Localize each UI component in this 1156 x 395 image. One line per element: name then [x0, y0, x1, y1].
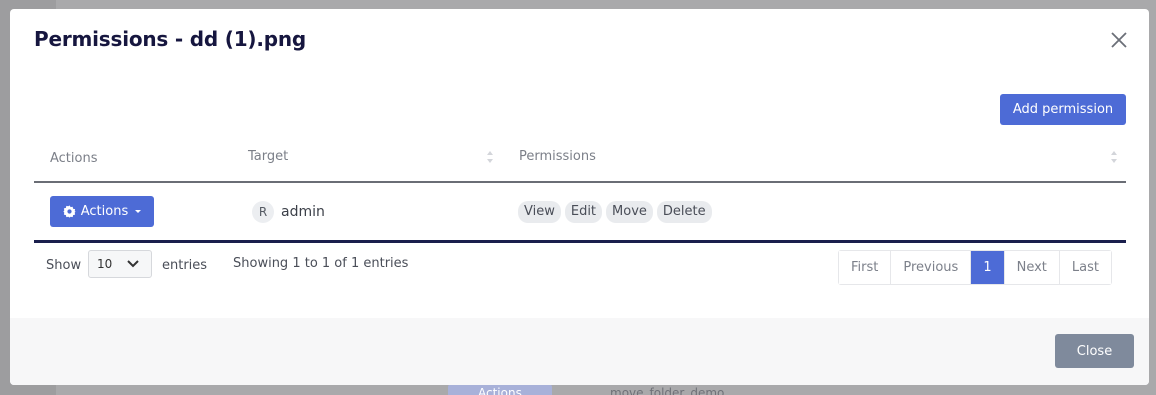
modal-footer: Close: [10, 318, 1149, 385]
pagination-previous[interactable]: Previous: [891, 251, 972, 284]
sort-icon[interactable]: [486, 149, 494, 163]
column-header-target[interactable]: Target: [248, 149, 288, 164]
show-label: Show: [46, 258, 82, 273]
entries-per-page-select[interactable]: 10: [88, 250, 152, 278]
actions-dropdown-button[interactable]: Actions: [50, 196, 154, 227]
pagination-next[interactable]: Next: [1004, 251, 1060, 284]
add-permission-button[interactable]: Add permission: [1000, 94, 1126, 125]
permissions-cell: View Edit Move Delete: [518, 201, 712, 223]
pagination-last[interactable]: Last: [1059, 251, 1111, 284]
close-button[interactable]: Close: [1055, 334, 1134, 368]
table-row: Actions R admin View Edit Move Delete: [34, 185, 1126, 243]
table-header: Actions Target Permissions: [34, 143, 1126, 183]
permission-badge-move: Move: [606, 201, 653, 223]
pagination-first[interactable]: First: [839, 251, 892, 284]
gear-icon: [63, 205, 76, 218]
permission-badge-delete: Delete: [656, 201, 712, 223]
actions-button-label: Actions: [80, 204, 129, 219]
pagination-current-page[interactable]: 1: [971, 251, 1005, 284]
column-header-permissions[interactable]: Permissions: [519, 149, 596, 164]
sort-icon[interactable]: [1110, 149, 1118, 163]
close-icon[interactable]: [1108, 29, 1130, 51]
pagination: First Previous 1 Next Last: [838, 250, 1112, 285]
background-actions-button: Actions: [448, 384, 552, 395]
target-cell: R admin: [252, 201, 325, 223]
modal-title: Permissions - dd (1).png: [34, 27, 307, 51]
permission-badge-view: View: [518, 201, 561, 223]
caret-down-icon: [135, 210, 142, 213]
avatar: R: [252, 201, 274, 223]
chevron-down-icon: [127, 260, 139, 268]
table-info-text: Showing 1 to 1 of 1 entries: [233, 256, 409, 271]
table-footer: Show 10 entries Showing 1 to 1 of 1 entr…: [34, 247, 1126, 287]
permissions-modal: Permissions - dd (1).png Add permission …: [10, 9, 1149, 385]
permission-badge-edit: Edit: [564, 201, 603, 223]
entries-select-value: 10: [97, 257, 113, 271]
entries-label: entries: [162, 258, 208, 273]
background-folder-label: move_folder_demo: [610, 386, 725, 395]
column-header-actions: Actions: [50, 151, 98, 166]
target-name: admin: [281, 204, 325, 220]
